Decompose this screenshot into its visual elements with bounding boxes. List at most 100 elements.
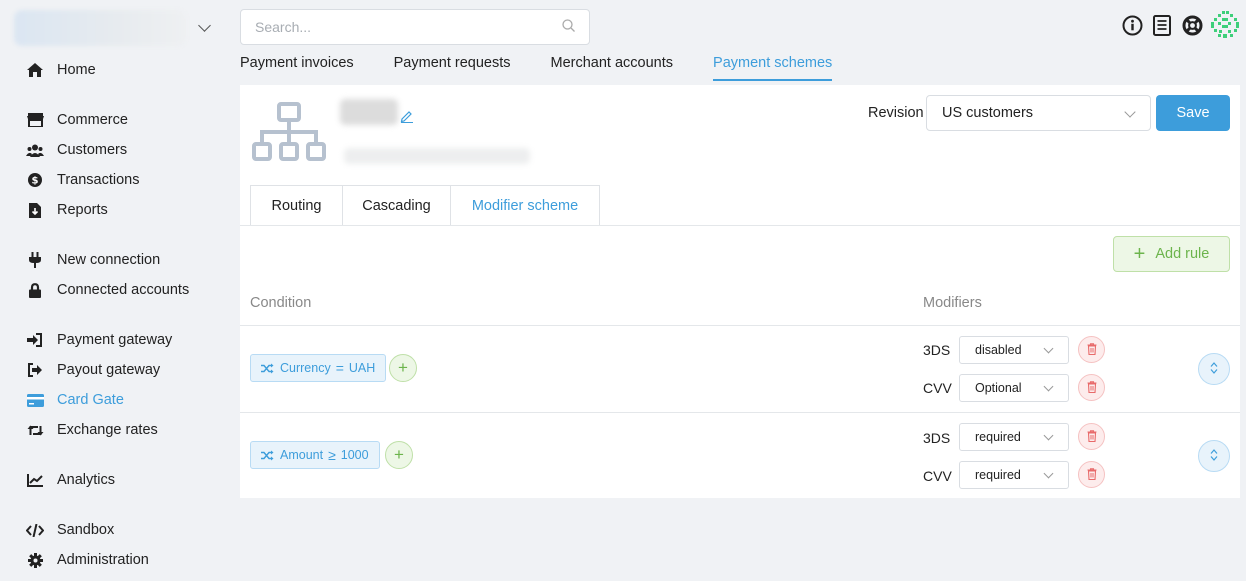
retweet-icon	[24, 422, 46, 438]
sidebar-item-new-connection[interactable]: New connection	[24, 247, 160, 273]
delete-modifier-button[interactable]	[1078, 336, 1105, 363]
chevron-down-icon	[1124, 106, 1136, 118]
sidebar-item-transactions[interactable]: $ Transactions	[24, 167, 139, 193]
tab-cascading[interactable]: Cascading	[342, 185, 450, 226]
shuffle-icon	[261, 363, 274, 374]
modifier-name: 3DS	[923, 430, 951, 446]
plus-icon: +	[394, 445, 404, 464]
sidebar-item-administration[interactable]: Administration	[24, 547, 149, 573]
reorder-rule-button[interactable]	[1198, 440, 1230, 472]
modifier-value: required	[975, 468, 1021, 482]
condition-field: Amount	[280, 448, 324, 462]
payment-scheme-panel: Revision US customers Save Routing Casca…	[240, 85, 1240, 498]
sidebar-item-label: Exchange rates	[57, 422, 158, 438]
sidebar-item-connected-accounts[interactable]: Connected accounts	[24, 277, 189, 303]
sidebar-item-commerce[interactable]: Commerce	[24, 107, 128, 133]
sidebar-item-label: Customers	[57, 142, 128, 158]
sidebar-item-label: Reports	[57, 202, 108, 218]
plus-icon: +	[1133, 243, 1146, 265]
edit-icon[interactable]	[400, 109, 414, 123]
sidebar-item-payout-gateway[interactable]: Payout gateway	[24, 357, 160, 383]
sidebar-item-payment-gateway[interactable]: Payment gateway	[24, 327, 172, 353]
modifier-value: required	[975, 430, 1021, 444]
row-divider	[240, 412, 1240, 413]
delete-modifier-button[interactable]	[1078, 423, 1105, 450]
organization-name-redacted	[14, 10, 186, 46]
info-icon[interactable]	[1121, 14, 1143, 36]
delete-modifier-button[interactable]	[1078, 461, 1105, 488]
organization-switcher[interactable]	[14, 8, 220, 48]
trash-icon	[1087, 342, 1097, 358]
save-button[interactable]: Save	[1156, 95, 1230, 131]
modifier-select[interactable]: required	[959, 461, 1069, 489]
modifier-name: CVV	[923, 468, 952, 484]
chevron-down-icon	[1043, 343, 1054, 354]
sidebar: Home Commerce Customers $ Transactions R…	[0, 0, 230, 581]
svg-text:$: $	[32, 176, 39, 187]
sidebar-item-card-gate[interactable]: Card Gate	[24, 387, 124, 413]
tab-payment-requests[interactable]: Payment requests	[394, 55, 511, 81]
sidebar-item-label: Administration	[57, 552, 149, 568]
add-condition-button[interactable]: +	[389, 354, 417, 382]
sidebar-item-label: Transactions	[57, 172, 140, 188]
sidebar-item-sandbox[interactable]: Sandbox	[24, 517, 114, 543]
add-rule-button[interactable]: + Add rule	[1113, 236, 1230, 272]
tab-routing[interactable]: Routing	[250, 185, 342, 226]
shuffle-icon	[261, 450, 274, 461]
user-avatar[interactable]	[1210, 10, 1240, 40]
trash-icon	[1087, 467, 1097, 483]
sidebar-item-label: Home	[57, 62, 96, 78]
revision-label: Revision	[868, 105, 924, 121]
add-condition-button[interactable]: +	[385, 441, 413, 469]
modifier-value: disabled	[975, 343, 1022, 357]
reorder-rule-button[interactable]	[1198, 353, 1230, 385]
trash-icon	[1087, 380, 1097, 396]
file-download-icon	[24, 202, 46, 218]
tab-merchant-accounts[interactable]: Merchant accounts	[551, 55, 674, 81]
tab-payment-schemes[interactable]: Payment schemes	[713, 55, 833, 81]
condition-tag[interactable]: Currency = UAH	[250, 354, 387, 382]
dollar-icon: $	[24, 172, 46, 188]
documentation-icon[interactable]	[1151, 14, 1173, 36]
sidebar-item-reports[interactable]: Reports	[24, 197, 108, 223]
support-icon[interactable]	[1181, 14, 1203, 36]
sidebar-item-label: Payout gateway	[57, 362, 161, 378]
modifier-select[interactable]: disabled	[959, 336, 1069, 364]
chevron-down-icon	[198, 19, 211, 32]
revision-select[interactable]: US customers	[926, 95, 1151, 131]
sidebar-item-label: Sandbox	[57, 522, 115, 538]
tab-modifier-scheme[interactable]: Modifier scheme	[450, 185, 600, 226]
sidebar-item-label: Commerce	[57, 112, 128, 128]
lock-icon	[24, 282, 46, 298]
condition-column-header: Condition	[250, 295, 312, 311]
sidebar-item-label: Analytics	[57, 472, 116, 488]
tab-payment-invoices[interactable]: Payment invoices	[240, 55, 354, 81]
row-divider	[240, 325, 1240, 326]
condition-field: Currency	[280, 361, 331, 375]
modifier-name: CVV	[923, 380, 952, 396]
sidebar-item-label: Card Gate	[57, 392, 124, 408]
modifier-select[interactable]: required	[959, 423, 1069, 451]
sidebar-item-home[interactable]: Home	[24, 57, 96, 83]
search-icon[interactable]	[562, 19, 575, 35]
add-rule-label: Add rule	[1155, 246, 1210, 262]
code-icon	[24, 522, 46, 538]
sort-icon	[1210, 361, 1218, 377]
sidebar-item-analytics[interactable]: Analytics	[24, 467, 115, 493]
modifier-select[interactable]: Optional	[959, 374, 1069, 402]
condition-value: 1000	[340, 448, 369, 462]
chevron-down-icon	[1043, 381, 1054, 392]
search-box	[240, 9, 590, 45]
scheme-tabs: Routing Cascading Modifier scheme	[250, 185, 600, 226]
credit-card-icon	[24, 392, 46, 408]
plus-icon: +	[398, 358, 408, 377]
sitemap-icon	[252, 102, 328, 162]
sidebar-item-exchange-rates[interactable]: Exchange rates	[24, 417, 158, 443]
search-input[interactable]	[255, 19, 562, 35]
chart-line-icon	[24, 472, 46, 488]
sidebar-item-customers[interactable]: Customers	[24, 137, 127, 163]
home-icon	[24, 62, 46, 78]
delete-modifier-button[interactable]	[1078, 374, 1105, 401]
modifier-value: Optional	[975, 381, 1022, 395]
condition-tag[interactable]: Amount ≥ 1000	[250, 441, 380, 469]
